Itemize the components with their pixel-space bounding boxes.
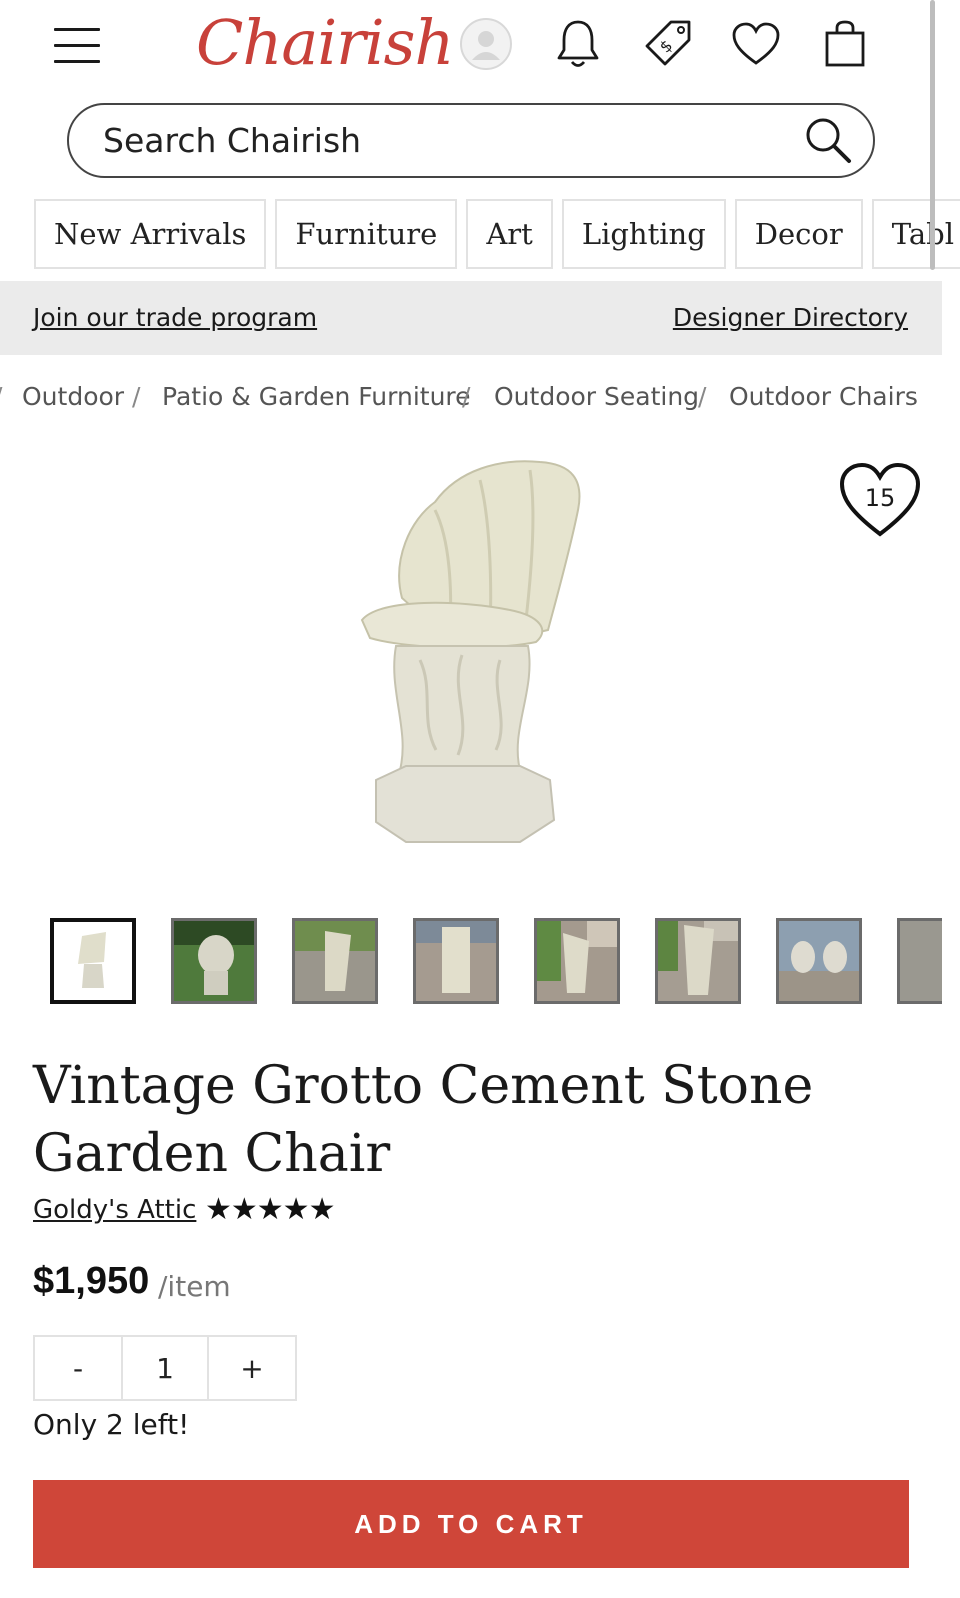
breadcrumb-separator: / [462,382,471,411]
category-nav: New Arrivals Furniture Art Lighting Decor Tab… [34,199,960,271]
product-title-line1: Vintage Grotto Cement Stone [33,1056,814,1116]
product-title: Vintage Grotto Cement Stone Garden Chair [33,1052,913,1188]
breadcrumb: / Outdoor / Patio & Garden Furniture / O… [0,382,942,416]
designer-directory-link[interactable]: Designer Directory [673,303,908,332]
favorite-count: 15 [864,484,896,512]
breadcrumb-separator: / [132,382,141,411]
thumbnail[interactable] [655,918,741,1004]
add-to-cart-button[interactable]: ADD TO CART [33,1480,909,1568]
thumbnail[interactable] [50,918,136,1004]
trade-program-link[interactable]: Join our trade program [33,303,317,332]
category-art[interactable]: Art [466,199,553,269]
thumbnail[interactable] [413,918,499,1004]
category-furniture[interactable]: Furniture [275,199,458,269]
quantity-decrease-button[interactable]: - [35,1337,123,1399]
breadcrumb-outdoor[interactable]: Outdoor [22,382,124,411]
product-price: $1,950 [33,1260,150,1302]
quantity-increase-button[interactable]: + [209,1337,295,1399]
thumbnail-strip [50,918,942,1006]
stock-note: Only 2 left! [33,1408,190,1441]
breadcrumb-separator: / [698,382,707,411]
page-scrollbar[interactable] [930,0,935,270]
category-decor[interactable]: Decor [734,199,863,269]
menu-icon[interactable] [54,28,100,64]
breadcrumb-separator: / [0,382,2,411]
svg-text:$: $ [656,36,677,57]
trade-bar: Join our trade program Designer Director… [0,281,942,355]
category-new-arrivals[interactable]: New Arrivals [34,199,267,269]
thumbnail[interactable] [897,918,942,1004]
favorite-button[interactable]: 15 [837,460,923,542]
thumbnail[interactable] [776,918,862,1004]
shopping-bag-icon[interactable] [815,14,875,74]
seller-rating-stars: ★★★★★ [205,1193,335,1226]
thumbnail[interactable] [171,918,257,1004]
breadcrumb-outdoor-chairs[interactable]: Outdoor Chairs [729,382,918,411]
search-input[interactable]: Search Chairish [67,103,875,178]
search-placeholder: Search Chairish [103,121,362,160]
search-icon[interactable] [801,113,857,169]
category-lighting[interactable]: Lighting [561,199,726,269]
avatar-icon[interactable] [456,14,516,74]
thumbnail[interactable] [292,918,378,1004]
heart-icon[interactable] [726,14,786,74]
logo[interactable]: Chairish [196,6,454,79]
thumbnail[interactable] [534,918,620,1004]
bell-icon[interactable] [548,14,608,74]
header: Chairish $ [0,0,960,96]
price-unit: /item [158,1270,231,1303]
category-tables[interactable]: Tabl [871,199,960,269]
product-main-image[interactable] [340,450,600,870]
product-title-line2: Garden Chair [33,1124,391,1184]
quantity-stepper: - 1 + [33,1335,297,1401]
breadcrumb-outdoor-seating[interactable]: Outdoor Seating [494,382,699,411]
price-tag-icon[interactable]: $ [637,14,697,74]
seller-link[interactable]: Goldy's Attic [33,1195,196,1225]
quantity-value[interactable]: 1 [123,1337,209,1399]
breadcrumb-patio-garden-furniture[interactable]: Patio & Garden Furniture [162,382,471,411]
